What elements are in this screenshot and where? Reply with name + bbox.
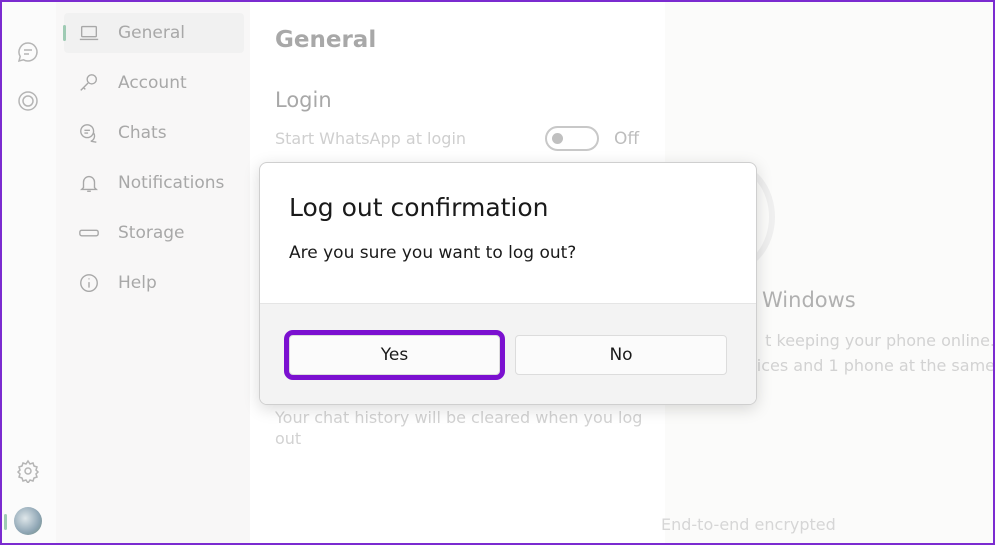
chats-icon[interactable] <box>16 40 40 64</box>
toggle-state: Off <box>614 129 640 149</box>
yes-button[interactable]: Yes <box>284 330 505 380</box>
app-window: General Account Chats Notifications Stor… <box>0 0 995 545</box>
nav-item-account[interactable]: Account <box>64 63 244 103</box>
intro-title: Windows <box>762 288 856 312</box>
nav-label: Storage <box>118 223 185 243</box>
nav-item-storage[interactable]: Storage <box>64 213 244 253</box>
laptop-icon <box>79 25 99 41</box>
nav-label: Notifications <box>118 173 225 193</box>
active-indicator <box>4 514 7 530</box>
encrypted-note: End-to-end encrypted <box>661 515 836 534</box>
key-icon <box>80 74 98 91</box>
status-icon[interactable] <box>16 89 40 113</box>
start-at-login-label: Start WhatsApp at login <box>275 129 467 148</box>
page-title: General <box>275 27 377 53</box>
nav-item-notifications[interactable]: Notifications <box>64 163 244 203</box>
dialog-message: Are you sure you want to log out? <box>289 243 577 263</box>
section-title: Login <box>275 88 332 112</box>
info-icon <box>80 274 98 292</box>
logout-dialog: Log out confirmation Are you sure you wa… <box>259 162 757 405</box>
gear-icon[interactable] <box>16 459 40 483</box>
nav-item-help[interactable]: Help <box>64 263 244 303</box>
bell-icon <box>80 175 98 192</box>
chats-icon <box>80 124 97 143</box>
no-button[interactable]: No <box>515 335 727 375</box>
logout-note: Your chat history will be cleared when y… <box>275 408 643 448</box>
nav-item-chats[interactable]: Chats <box>64 113 244 153</box>
nav-label: Help <box>118 273 157 293</box>
storage-icon <box>79 229 99 237</box>
dialog-footer: Yes No <box>260 303 756 404</box>
start-at-login-toggle[interactable] <box>545 126 599 151</box>
settings-nav: General Account Chats Notifications Stor… <box>56 2 250 543</box>
left-rail <box>2 2 56 543</box>
nav-item-general[interactable]: General <box>63 13 244 53</box>
dialog-title: Log out confirmation <box>289 193 549 222</box>
nav-label: Account <box>118 73 187 93</box>
avatar[interactable] <box>14 507 42 535</box>
nav-label: General <box>118 23 185 43</box>
nav-label: Chats <box>118 123 167 143</box>
